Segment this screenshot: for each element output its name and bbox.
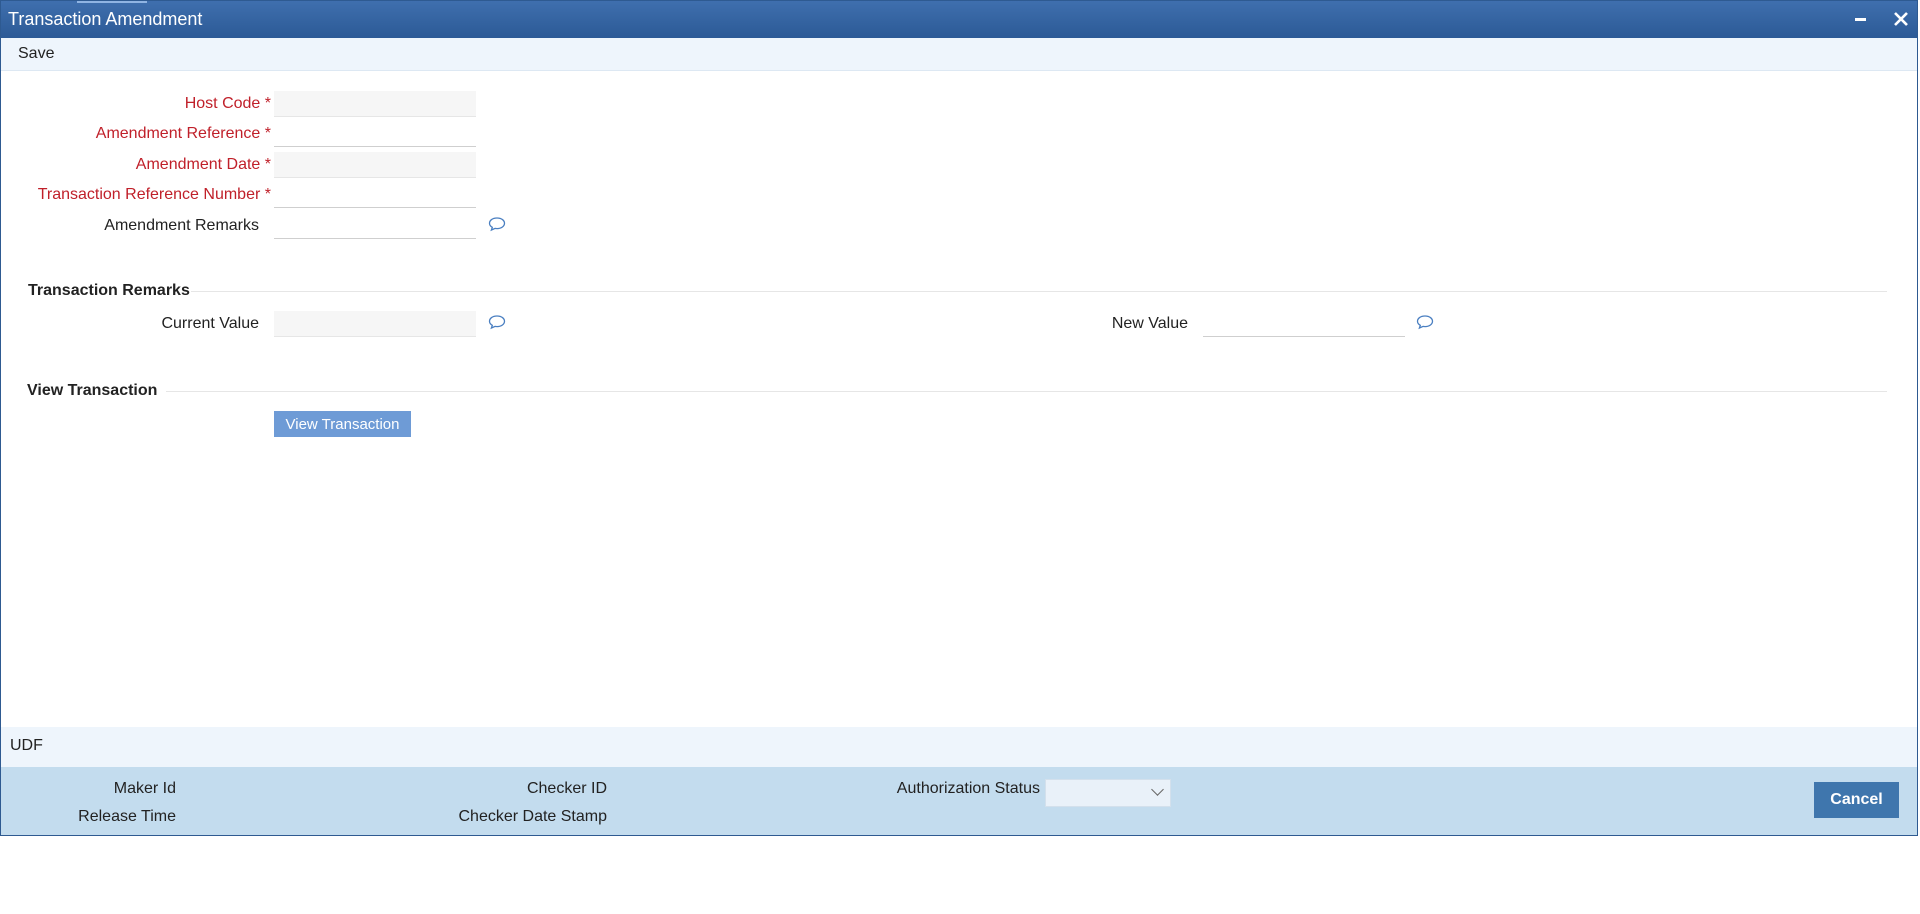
comment-icon[interactable] [488,314,506,330]
checker-date-stamp-label: Checker Date Stamp [458,808,607,825]
maker-id-label: Maker Id [113,780,176,797]
transaction-remarks-heading: Transaction Remarks [28,282,190,299]
section-divider [166,391,1887,392]
section-divider [191,291,1887,292]
window-title: Transaction Amendment [8,9,203,29]
host-code-label: Host Code * [184,95,271,112]
transaction-amendment-window: Transaction Amendment Save Host Code * A… [0,0,1918,836]
new-value-field[interactable] [1203,311,1405,337]
tab-accent [77,1,147,3]
authorization-status-label: Authorization Status [896,780,1040,797]
transaction-reference-number-field[interactable] [274,182,476,208]
view-transaction-heading: View Transaction [27,382,158,399]
title-bar: Transaction Amendment [1,1,1917,38]
checker-id-label: Checker ID [526,780,607,797]
minimize-icon[interactable] [1849,7,1873,31]
host-code-field[interactable] [274,91,476,117]
release-time-label: Release Time [78,808,176,825]
current-value-label: Current Value [161,315,259,332]
amendment-remarks-label: Amendment Remarks [104,217,259,234]
save-button[interactable]: Save [18,45,54,63]
view-transaction-button[interactable]: View Transaction [274,411,411,437]
new-value-label: New Value [1111,315,1188,332]
close-icon[interactable] [1889,7,1913,31]
chevron-down-icon [1151,783,1164,796]
udf-link[interactable]: UDF [10,737,43,755]
audit-footer: Maker Id Release Time Checker ID Checker… [1,767,1917,835]
amendment-date-label: Amendment Date * [135,156,271,173]
cancel-button[interactable]: Cancel [1814,782,1899,818]
udf-bar: UDF [1,727,1917,767]
comment-icon[interactable] [1416,314,1434,330]
amendment-reference-field[interactable] [274,121,476,147]
toolbar: Save [1,38,1917,71]
transaction-reference-number-label: Transaction Reference Number * [37,186,271,203]
amendment-remarks-field[interactable] [274,213,476,239]
current-value-field[interactable] [274,311,476,337]
comment-icon[interactable] [488,216,506,232]
authorization-status-select[interactable] [1045,779,1171,807]
amendment-reference-label: Amendment Reference * [95,125,271,142]
amendment-date-field[interactable] [274,152,476,178]
